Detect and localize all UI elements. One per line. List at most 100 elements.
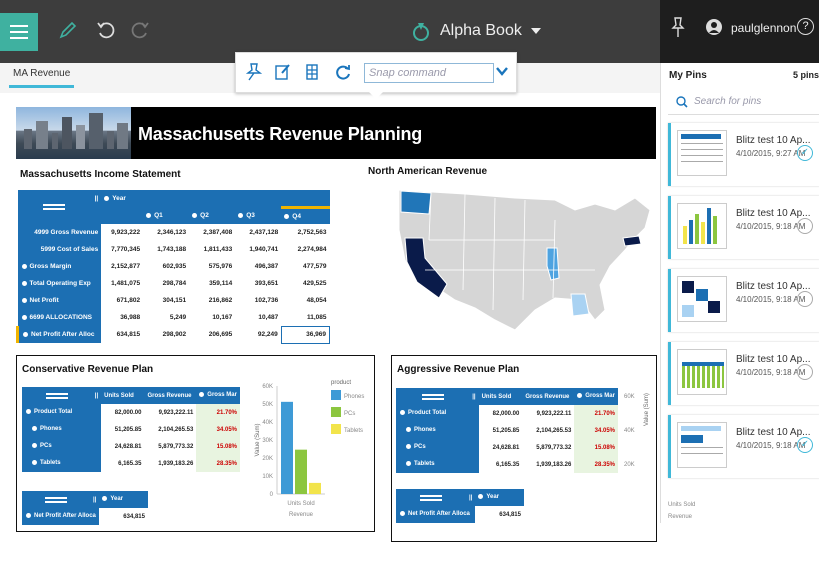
cell[interactable]: 9,923,222.11 — [144, 404, 196, 421]
cell[interactable]: 634,815 — [101, 326, 143, 343]
row-header[interactable]: 6699 ALLOCATIONS — [17, 309, 102, 326]
cell[interactable]: 51,205.85 — [479, 422, 523, 439]
row-header[interactable]: Tablets — [396, 456, 479, 473]
col-header-q3[interactable]: Q3 — [235, 207, 282, 224]
cell[interactable]: 51,205.85 — [101, 421, 144, 438]
data-grid-icon[interactable] — [304, 63, 322, 86]
pin-card[interactable]: Blitz test 10 Ap... 4/10/2015, 9:18 AM — [668, 342, 819, 405]
col-header[interactable]: Gross Revenue — [522, 388, 575, 405]
cell[interactable]: 429,525 — [281, 275, 329, 292]
cell[interactable]: 2,437,128 — [235, 224, 281, 241]
cell[interactable]: 1,939,183.26 — [522, 456, 574, 473]
row-header[interactable]: PCs — [22, 438, 102, 455]
pin-card[interactable]: Blitz test 10 Ap... 4/10/2015, 9:18 AM ✓ — [668, 415, 819, 478]
col-header[interactable]: Units Sold — [101, 387, 145, 404]
cell[interactable]: 24,628.81 — [101, 438, 144, 455]
grid-menu-icon[interactable] — [22, 491, 90, 508]
row-header[interactable]: PCs — [396, 439, 479, 456]
cell[interactable]: 21.70% — [574, 405, 618, 422]
col-header-q2[interactable]: Q2 — [189, 207, 236, 224]
year-header[interactable]: Year — [99, 491, 148, 508]
bar-phones[interactable] — [281, 401, 293, 494]
row-header[interactable]: Product Total — [22, 404, 102, 421]
cell[interactable]: 671,802 — [101, 292, 143, 309]
cell[interactable]: 359,114 — [189, 275, 235, 292]
pin-search[interactable]: Search for pins — [668, 88, 819, 115]
search-input[interactable]: Search for pins — [694, 96, 761, 107]
cell[interactable]: 7,770,345 — [101, 241, 143, 258]
bar-tablets[interactable] — [309, 482, 321, 494]
check-circle-icon[interactable]: ✓ — [797, 145, 813, 161]
row-header[interactable]: Total Operating Exp — [17, 275, 102, 292]
cell[interactable]: 2,387,408 — [189, 224, 235, 241]
row-header[interactable]: Product Total — [396, 405, 479, 422]
cell[interactable]: 28.35% — [196, 455, 240, 472]
cell[interactable]: 2,274,984 — [281, 241, 329, 258]
grid-pause-icon[interactable]: || — [89, 190, 102, 207]
cell[interactable]: 298,784 — [143, 275, 189, 292]
pencil-icon[interactable] — [58, 20, 78, 46]
cell[interactable]: 9,923,222.11 — [522, 405, 574, 422]
avatar-icon[interactable] — [706, 19, 722, 35]
cell[interactable]: 1,811,433 — [189, 241, 235, 258]
cell[interactable]: 1,940,741 — [235, 241, 281, 258]
pin-icon[interactable] — [245, 63, 263, 86]
row-header[interactable]: Phones — [22, 421, 102, 438]
row-header[interactable]: Tablets — [22, 455, 102, 472]
cell[interactable]: 28.35% — [574, 456, 618, 473]
cell[interactable]: 15.08% — [574, 439, 618, 456]
cell[interactable]: 634,815 — [475, 506, 524, 523]
col-header-q4[interactable]: Q4 — [281, 205, 330, 224]
year-header[interactable]: Year — [475, 489, 524, 506]
cell[interactable]: 15.08% — [196, 438, 240, 455]
cell[interactable]: 11,085 — [281, 309, 329, 326]
hamburger-menu-button[interactable] — [0, 13, 38, 51]
grid-menu-icon[interactable] — [396, 489, 466, 506]
pin-icon[interactable] — [671, 16, 685, 41]
row-header[interactable]: Net Profit — [17, 292, 102, 309]
cell[interactable]: 2,752,563 — [281, 224, 329, 241]
cell[interactable]: 2,346,123 — [143, 224, 189, 241]
cell[interactable]: 2,104,265.53 — [522, 422, 574, 439]
row-header[interactable]: 4999 Gross Revenue — [17, 224, 102, 241]
redo-icon[interactable] — [130, 20, 150, 46]
cell[interactable]: 6,165.35 — [479, 456, 523, 473]
row-header[interactable]: Phones — [396, 422, 479, 439]
row-header[interactable]: 5999 Cost of Sales — [17, 241, 102, 258]
empty-circle-icon[interactable] — [797, 218, 813, 234]
grid-menu-icon[interactable] — [17, 190, 90, 224]
empty-circle-icon[interactable] — [797, 291, 813, 307]
cell[interactable]: 298,902 — [143, 326, 189, 343]
pin-card[interactable]: Blitz test 10 Ap... 4/10/2015, 9:18 AM — [668, 196, 819, 259]
cell[interactable]: 1,743,188 — [143, 241, 189, 258]
pin-card[interactable]: Blitz test 10 Ap... 4/10/2015, 9:18 AM — [668, 269, 819, 332]
cell[interactable]: 304,151 — [143, 292, 189, 309]
cell[interactable]: 36,988 — [101, 309, 143, 326]
pin-card[interactable]: Blitz test 10 Ap... 4/10/2015, 9:27 AM ✓ — [668, 123, 819, 186]
cell[interactable]: 10,167 — [189, 309, 235, 326]
snap-command-input[interactable]: Snap command — [364, 63, 494, 83]
grid-pause-icon[interactable]: || — [91, 387, 102, 404]
cell[interactable]: 82,000.00 — [101, 404, 144, 421]
cell[interactable]: 206,695 — [189, 326, 235, 343]
col-header[interactable]: Gross Mar — [196, 387, 240, 404]
grid-menu-icon[interactable] — [22, 387, 92, 404]
help-icon[interactable]: ? — [797, 18, 814, 35]
grid-pause-icon[interactable]: || — [466, 489, 476, 506]
refresh-icon[interactable] — [334, 63, 352, 86]
cell[interactable]: 9,923,222 — [101, 224, 143, 241]
cell[interactable]: 5,879,773.32 — [144, 438, 196, 455]
cell[interactable]: 216,862 — [189, 292, 235, 309]
cell[interactable]: 24,628.81 — [479, 439, 523, 456]
empty-circle-icon[interactable] — [797, 364, 813, 380]
cell[interactable]: 602,935 — [143, 258, 189, 275]
cell[interactable]: 575,976 — [189, 258, 235, 275]
cell[interactable]: 2,104,265.53 — [144, 421, 196, 438]
cell[interactable]: 5,879,773.32 — [522, 439, 574, 456]
undo-icon[interactable] — [96, 20, 116, 46]
cell[interactable]: 2,152,877 — [101, 258, 143, 275]
grid-pause-icon[interactable]: || — [90, 491, 100, 508]
cell[interactable]: 102,736 — [235, 292, 281, 309]
grid-pause-icon[interactable]: || — [469, 388, 479, 405]
cell[interactable]: 48,054 — [281, 292, 329, 309]
